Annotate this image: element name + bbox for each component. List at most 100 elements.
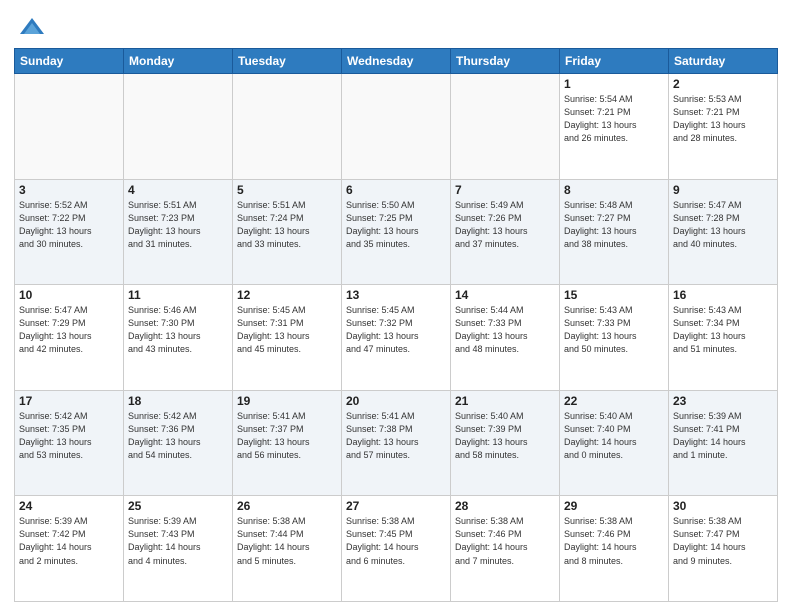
- day-number: 7: [455, 183, 555, 197]
- weekday-header-saturday: Saturday: [669, 49, 778, 74]
- week-row-4: 24 Sunrise: 5:39 AM Sunset: 7:42 PM Dayli…: [15, 496, 778, 602]
- day-number: 16: [673, 288, 773, 302]
- logo: [14, 14, 46, 42]
- day-number: 29: [564, 499, 664, 513]
- day-info: Sunrise: 5:41 AM Sunset: 7:37 PM Dayligh…: [237, 410, 337, 462]
- weekday-header-thursday: Thursday: [451, 49, 560, 74]
- day-info: Sunrise: 5:50 AM Sunset: 7:25 PM Dayligh…: [346, 199, 446, 251]
- weekday-header-sunday: Sunday: [15, 49, 124, 74]
- calendar-cell: [451, 74, 560, 180]
- day-info: Sunrise: 5:39 AM Sunset: 7:43 PM Dayligh…: [128, 515, 228, 567]
- day-info: Sunrise: 5:42 AM Sunset: 7:35 PM Dayligh…: [19, 410, 119, 462]
- calendar-cell: 2 Sunrise: 5:53 AM Sunset: 7:21 PM Daylig…: [669, 74, 778, 180]
- day-info: Sunrise: 5:38 AM Sunset: 7:44 PM Dayligh…: [237, 515, 337, 567]
- calendar-cell: 19 Sunrise: 5:41 AM Sunset: 7:37 PM Dayli…: [233, 390, 342, 496]
- day-number: 10: [19, 288, 119, 302]
- calendar-cell: 9 Sunrise: 5:47 AM Sunset: 7:28 PM Daylig…: [669, 179, 778, 285]
- calendar-cell: 20 Sunrise: 5:41 AM Sunset: 7:38 PM Dayli…: [342, 390, 451, 496]
- calendar-cell: 27 Sunrise: 5:38 AM Sunset: 7:45 PM Dayli…: [342, 496, 451, 602]
- day-info: Sunrise: 5:46 AM Sunset: 7:30 PM Dayligh…: [128, 304, 228, 356]
- day-number: 24: [19, 499, 119, 513]
- day-number: 28: [455, 499, 555, 513]
- day-number: 8: [564, 183, 664, 197]
- calendar-cell: 3 Sunrise: 5:52 AM Sunset: 7:22 PM Daylig…: [15, 179, 124, 285]
- day-number: 15: [564, 288, 664, 302]
- weekday-header-friday: Friday: [560, 49, 669, 74]
- weekday-header-row: SundayMondayTuesdayWednesdayThursdayFrid…: [15, 49, 778, 74]
- day-number: 23: [673, 394, 773, 408]
- day-info: Sunrise: 5:54 AM Sunset: 7:21 PM Dayligh…: [564, 93, 664, 145]
- day-number: 3: [19, 183, 119, 197]
- calendar-cell: 21Sunrise: 5:40 AM Sunset: 7:39 PM Dayli…: [451, 390, 560, 496]
- day-info: Sunrise: 5:38 AM Sunset: 7:46 PM Dayligh…: [564, 515, 664, 567]
- day-number: 1: [564, 77, 664, 91]
- calendar-cell: 26 Sunrise: 5:38 AM Sunset: 7:44 PM Dayli…: [233, 496, 342, 602]
- calendar-cell: 7 Sunrise: 5:49 AM Sunset: 7:26 PM Daylig…: [451, 179, 560, 285]
- day-info: Sunrise: 5:51 AM Sunset: 7:23 PM Dayligh…: [128, 199, 228, 251]
- day-info: Sunrise: 5:48 AM Sunset: 7:27 PM Dayligh…: [564, 199, 664, 251]
- day-info: Sunrise: 5:39 AM Sunset: 7:41 PM Dayligh…: [673, 410, 773, 462]
- day-info: Sunrise: 5:43 AM Sunset: 7:33 PM Dayligh…: [564, 304, 664, 356]
- day-info: Sunrise: 5:53 AM Sunset: 7:21 PM Dayligh…: [673, 93, 773, 145]
- logo-icon: [18, 14, 46, 42]
- day-info: Sunrise: 5:44 AM Sunset: 7:33 PM Dayligh…: [455, 304, 555, 356]
- calendar-cell: 11 Sunrise: 5:46 AM Sunset: 7:30 PM Dayli…: [124, 285, 233, 391]
- calendar-cell: [15, 74, 124, 180]
- day-number: 11: [128, 288, 228, 302]
- header: [14, 10, 778, 42]
- calendar-cell: 10 Sunrise: 5:47 AM Sunset: 7:29 PM Dayli…: [15, 285, 124, 391]
- day-number: 9: [673, 183, 773, 197]
- day-info: Sunrise: 5:47 AM Sunset: 7:28 PM Dayligh…: [673, 199, 773, 251]
- calendar-cell: 17 Sunrise: 5:42 AM Sunset: 7:35 PM Dayli…: [15, 390, 124, 496]
- page: SundayMondayTuesdayWednesdayThursdayFrid…: [0, 0, 792, 612]
- calendar-cell: 8 Sunrise: 5:48 AM Sunset: 7:27 PM Daylig…: [560, 179, 669, 285]
- calendar-table: SundayMondayTuesdayWednesdayThursdayFrid…: [14, 48, 778, 602]
- day-info: Sunrise: 5:49 AM Sunset: 7:26 PM Dayligh…: [455, 199, 555, 251]
- day-info: Sunrise: 5:38 AM Sunset: 7:46 PM Dayligh…: [455, 515, 555, 567]
- calendar-cell: 13 Sunrise: 5:45 AM Sunset: 7:32 PM Dayli…: [342, 285, 451, 391]
- day-number: 5: [237, 183, 337, 197]
- weekday-header-monday: Monday: [124, 49, 233, 74]
- calendar-cell: 24 Sunrise: 5:39 AM Sunset: 7:42 PM Dayli…: [15, 496, 124, 602]
- calendar-cell: 1 Sunrise: 5:54 AM Sunset: 7:21 PM Daylig…: [560, 74, 669, 180]
- day-number: 20: [346, 394, 446, 408]
- day-number: 18: [128, 394, 228, 408]
- day-info: Sunrise: 5:38 AM Sunset: 7:45 PM Dayligh…: [346, 515, 446, 567]
- calendar-cell: [342, 74, 451, 180]
- day-number: 25: [128, 499, 228, 513]
- day-number: 2: [673, 77, 773, 91]
- day-info: Sunrise: 5:41 AM Sunset: 7:38 PM Dayligh…: [346, 410, 446, 462]
- day-info: Sunrise: 5:40 AM Sunset: 7:40 PM Dayligh…: [564, 410, 664, 462]
- day-info: Sunrise: 5:38 AM Sunset: 7:47 PM Dayligh…: [673, 515, 773, 567]
- calendar-cell: 14Sunrise: 5:44 AM Sunset: 7:33 PM Dayli…: [451, 285, 560, 391]
- day-info: Sunrise: 5:42 AM Sunset: 7:36 PM Dayligh…: [128, 410, 228, 462]
- calendar-cell: 4Sunrise: 5:51 AM Sunset: 7:23 PM Daylig…: [124, 179, 233, 285]
- weekday-header-wednesday: Wednesday: [342, 49, 451, 74]
- day-number: 19: [237, 394, 337, 408]
- day-info: Sunrise: 5:40 AM Sunset: 7:39 PM Dayligh…: [455, 410, 555, 462]
- day-number: 27: [346, 499, 446, 513]
- calendar-cell: 16Sunrise: 5:43 AM Sunset: 7:34 PM Dayli…: [669, 285, 778, 391]
- calendar-cell: 22Sunrise: 5:40 AM Sunset: 7:40 PM Dayli…: [560, 390, 669, 496]
- day-info: Sunrise: 5:51 AM Sunset: 7:24 PM Dayligh…: [237, 199, 337, 251]
- week-row-3: 17 Sunrise: 5:42 AM Sunset: 7:35 PM Dayli…: [15, 390, 778, 496]
- day-number: 13: [346, 288, 446, 302]
- day-number: 30: [673, 499, 773, 513]
- calendar-cell: 28 Sunrise: 5:38 AM Sunset: 7:46 PM Dayli…: [451, 496, 560, 602]
- day-info: Sunrise: 5:52 AM Sunset: 7:22 PM Dayligh…: [19, 199, 119, 251]
- calendar-cell: [124, 74, 233, 180]
- day-info: Sunrise: 5:45 AM Sunset: 7:32 PM Dayligh…: [346, 304, 446, 356]
- calendar-cell: 12 Sunrise: 5:45 AM Sunset: 7:31 PM Dayli…: [233, 285, 342, 391]
- day-number: 17: [19, 394, 119, 408]
- day-info: Sunrise: 5:45 AM Sunset: 7:31 PM Dayligh…: [237, 304, 337, 356]
- calendar-cell: 29 Sunrise: 5:38 AM Sunset: 7:46 PM Dayli…: [560, 496, 669, 602]
- calendar-cell: 30 Sunrise: 5:38 AM Sunset: 7:47 PM Dayli…: [669, 496, 778, 602]
- day-number: 26: [237, 499, 337, 513]
- day-info: Sunrise: 5:47 AM Sunset: 7:29 PM Dayligh…: [19, 304, 119, 356]
- week-row-2: 10 Sunrise: 5:47 AM Sunset: 7:29 PM Dayli…: [15, 285, 778, 391]
- day-number: 12: [237, 288, 337, 302]
- calendar-cell: 15 Sunrise: 5:43 AM Sunset: 7:33 PM Dayli…: [560, 285, 669, 391]
- day-info: Sunrise: 5:39 AM Sunset: 7:42 PM Dayligh…: [19, 515, 119, 567]
- week-row-0: 1 Sunrise: 5:54 AM Sunset: 7:21 PM Daylig…: [15, 74, 778, 180]
- calendar-cell: 5 Sunrise: 5:51 AM Sunset: 7:24 PM Daylig…: [233, 179, 342, 285]
